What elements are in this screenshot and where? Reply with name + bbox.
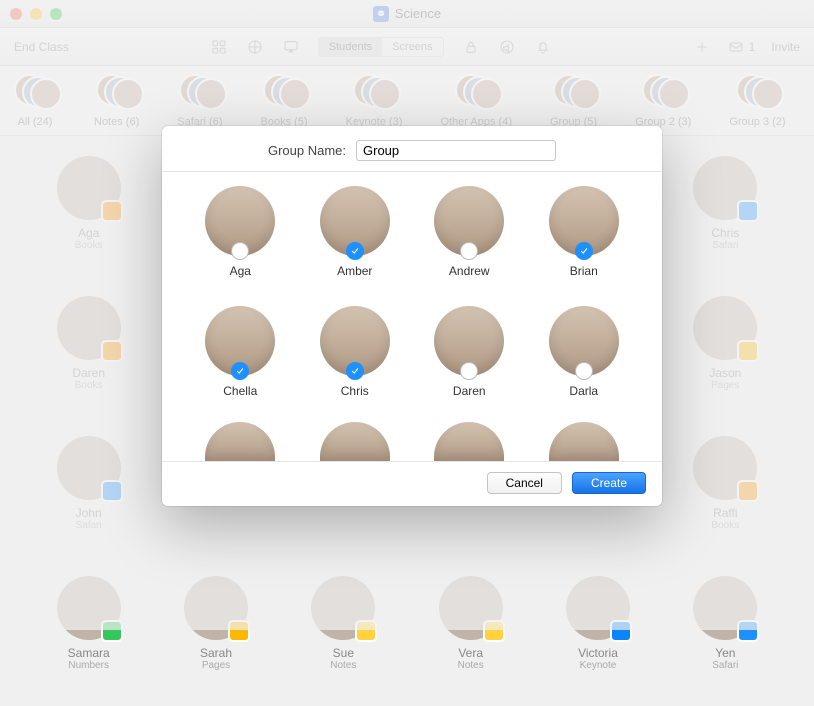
student-item[interactable] xyxy=(303,422,408,461)
student-select-item[interactable]: Aga xyxy=(188,186,293,298)
student-select-name: Darla xyxy=(569,384,598,398)
student-name: Samara xyxy=(68,646,110,660)
student-app: Notes xyxy=(330,660,356,671)
student-select-item[interactable]: Daren xyxy=(417,306,522,418)
student-select-item[interactable]: Chella xyxy=(188,306,293,418)
checkmark-icon xyxy=(460,362,478,380)
student-select-grid-overflow xyxy=(188,422,636,461)
student-name: Victoria xyxy=(578,646,618,660)
student-select-item[interactable]: Brian xyxy=(532,186,637,298)
student-name: Sarah xyxy=(200,646,232,660)
student-app: Safari xyxy=(712,660,738,671)
student-item[interactable] xyxy=(417,422,522,461)
checkmark-icon xyxy=(346,362,364,380)
student-app: Notes xyxy=(458,660,484,671)
checkmark-icon xyxy=(575,242,593,260)
student-app: Numbers xyxy=(68,660,109,671)
checkmark-icon xyxy=(231,242,249,260)
student-app: Keynote xyxy=(580,660,617,671)
student-select-name: Aga xyxy=(230,264,251,278)
checkmark-icon xyxy=(231,362,249,380)
group-name-input[interactable] xyxy=(356,140,556,161)
student-select-item[interactable]: Amber xyxy=(303,186,408,298)
student-item[interactable] xyxy=(188,422,293,461)
student-select-name: Chella xyxy=(223,384,257,398)
student-select-name: Brian xyxy=(570,264,598,278)
student-select-name: Chris xyxy=(341,384,369,398)
student-app: Pages xyxy=(202,660,230,671)
cancel-button[interactable]: Cancel xyxy=(487,472,562,494)
checkmark-icon xyxy=(346,242,364,260)
student-select-name: Amber xyxy=(337,264,372,278)
student-item[interactable] xyxy=(532,422,637,461)
student-select-name: Daren xyxy=(453,384,486,398)
student-name: Vera xyxy=(458,646,483,660)
checkmark-icon xyxy=(460,242,478,260)
student-select-item[interactable]: Andrew xyxy=(417,186,522,298)
student-name: Sue xyxy=(333,646,354,660)
student-select-grid: Aga Amber Andrew Brian Chella Chris Daren Darla xyxy=(188,186,636,418)
student-select-item[interactable]: Chris xyxy=(303,306,408,418)
student-select-item[interactable]: Darla xyxy=(532,306,637,418)
checkmark-icon xyxy=(575,362,593,380)
student-select-name: Andrew xyxy=(449,264,490,278)
group-name-label: Group Name: xyxy=(268,143,346,158)
student-name: Yen xyxy=(715,646,735,660)
create-group-dialog: Group Name: Aga Amber Andrew Brian Chella Chr… xyxy=(162,126,662,506)
create-button[interactable]: Create xyxy=(572,472,646,494)
